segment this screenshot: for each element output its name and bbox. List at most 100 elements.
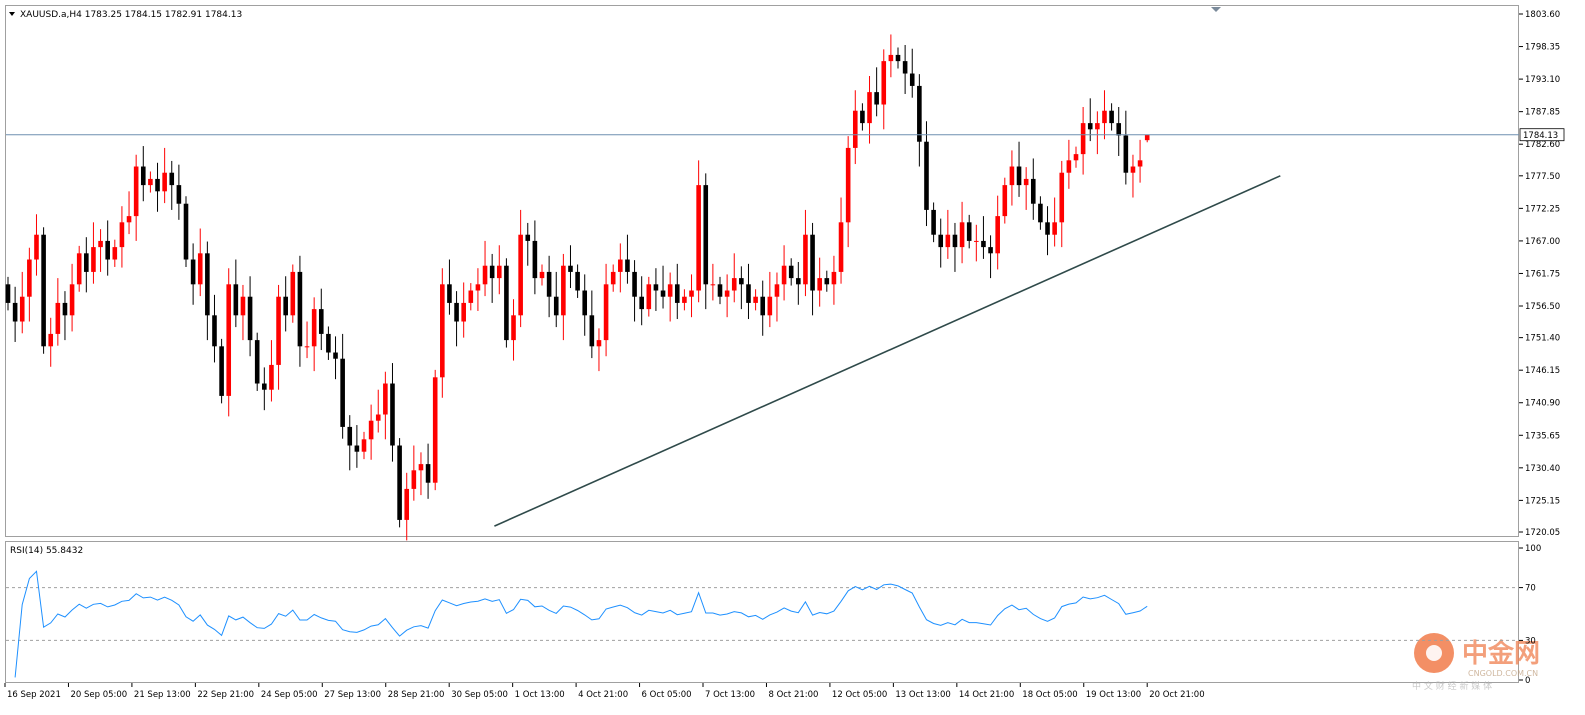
candle-body <box>290 271 296 316</box>
y-tick-label: 1740.90 <box>1525 399 1560 409</box>
y-tick-label: 1772.25 <box>1525 204 1560 214</box>
rsi-y-tick-label: 100 <box>1525 544 1541 554</box>
rsi-y-tick-label: 70 <box>1525 584 1536 594</box>
candle-body <box>254 340 260 384</box>
x-tick-label: 21 Sep 13:00 <box>134 690 191 700</box>
candle-body <box>874 92 879 105</box>
main-panel-frame <box>5 5 1519 537</box>
candle-body <box>696 185 701 291</box>
candle-body <box>397 445 402 520</box>
candle-body <box>974 240 979 242</box>
x-tick-label: 4 Oct 21:00 <box>578 690 628 700</box>
candle-body <box>311 309 317 347</box>
rsi-y-tick-label: 30 <box>1525 636 1536 646</box>
candle-body <box>1059 172 1065 223</box>
candle-body <box>1087 123 1093 130</box>
candle-body <box>760 296 766 316</box>
rsi-panel-frame <box>5 541 1519 683</box>
x-tick-label: 22 Sep 21:00 <box>197 690 254 700</box>
candle-body <box>41 234 46 347</box>
candle-body <box>140 166 146 186</box>
candle-body <box>390 383 395 446</box>
x-tick-label: 13 Oct 13:00 <box>895 690 950 700</box>
candle-body <box>205 253 210 316</box>
candle-body <box>610 271 616 285</box>
candle-body <box>895 54 901 62</box>
candle-body <box>425 464 431 483</box>
candle-body <box>860 110 865 124</box>
candle-body <box>326 333 331 353</box>
candle-body <box>98 240 103 248</box>
candle-body <box>660 290 666 297</box>
candle <box>290 264 296 323</box>
candle-body <box>461 302 466 322</box>
x-tick-label: 20 Sep 05:00 <box>70 690 127 700</box>
symbol-info-line: XAUUSD.a,H4 1783.25 1784.15 1782.91 1784… <box>20 10 242 20</box>
watermark: 中金网 CNGOLD.COM.CN 中 文 财 经 新 媒 体 <box>1412 633 1540 692</box>
candle-body <box>995 216 1000 254</box>
x-tick-label: 1 Oct 13:00 <box>515 690 565 700</box>
candle-body <box>19 296 25 322</box>
candle-body <box>867 92 872 124</box>
candle-body <box>48 333 54 347</box>
candle <box>504 258 509 348</box>
candle-body <box>1030 178 1036 204</box>
candle-body <box>276 296 281 365</box>
candle-body <box>653 284 659 291</box>
candle-body <box>404 488 410 520</box>
candle-body <box>767 296 773 316</box>
candle-body <box>84 253 89 272</box>
candle-body <box>1095 123 1100 130</box>
x-tick-label: 7 Oct 13:00 <box>705 690 755 700</box>
candle-body <box>340 358 345 427</box>
candle-body <box>1045 222 1050 235</box>
x-tick-label: 20 Oct 21:00 <box>1149 690 1204 700</box>
candle-body <box>496 265 502 279</box>
candle-body <box>746 284 751 303</box>
x-tick-label: 14 Oct 21:00 <box>959 690 1014 700</box>
candle-body <box>625 259 630 272</box>
candle-body <box>739 278 744 285</box>
y-tick-label: 1751.40 <box>1525 334 1560 344</box>
candle-body <box>810 234 815 291</box>
candlestick-chart[interactable]: 中金网 CNGOLD.COM.CN 中 文 财 经 新 媒 体 1784.13 … <box>0 0 1585 711</box>
candle-body <box>1123 135 1129 173</box>
mt4-chart-window[interactable]: 中金网 CNGOLD.COM.CN 中 文 财 经 新 媒 体 1784.13 … <box>0 0 1585 711</box>
candle-body <box>440 284 445 378</box>
candle-body <box>646 284 652 310</box>
candle-body <box>27 259 32 297</box>
y-tick-label: 1756.50 <box>1525 302 1560 312</box>
candle-body <box>788 265 794 279</box>
candle-body <box>91 247 96 272</box>
watermark-sub-text: 中 文 财 经 新 媒 体 <box>1412 680 1492 692</box>
candle-body <box>105 240 110 260</box>
candle-body <box>375 414 381 421</box>
candle-body <box>418 464 424 471</box>
candle-body <box>682 296 687 303</box>
candle-body <box>845 147 851 223</box>
candle-body <box>347 426 353 446</box>
x-tick-label: 8 Oct 21:00 <box>768 690 818 700</box>
y-tick-label: 1746.15 <box>1525 366 1560 376</box>
candle-body <box>1080 123 1086 155</box>
candle-body <box>432 377 438 483</box>
candle-body <box>518 234 523 316</box>
candle-body <box>1038 203 1043 223</box>
candle-body <box>190 259 196 285</box>
y-tick-label: 1782.60 <box>1525 140 1560 150</box>
candle-body <box>411 470 417 489</box>
candle-body <box>504 265 509 341</box>
candle-body <box>133 166 139 217</box>
x-tick-label: 28 Sep 21:00 <box>388 690 445 700</box>
candle-body <box>575 271 580 291</box>
y-tick-label: 1720.05 <box>1525 528 1560 538</box>
candle-body <box>1109 110 1114 124</box>
y-tick-label: 1777.50 <box>1525 172 1560 182</box>
candle-body <box>1016 166 1022 186</box>
candle-body <box>183 203 189 260</box>
candle-body <box>1137 160 1143 167</box>
candle-body <box>5 284 11 303</box>
x-tick-label: 24 Sep 05:00 <box>261 690 318 700</box>
candle-body <box>632 271 637 297</box>
candle-body <box>1144 134 1150 141</box>
